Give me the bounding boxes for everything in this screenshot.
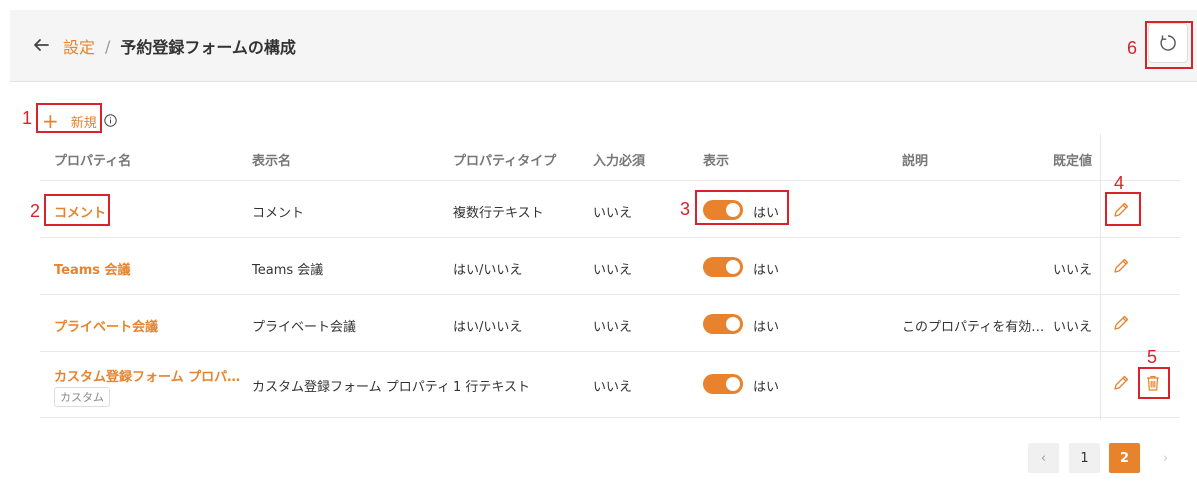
- description-cell: このプロパティを有効…: [902, 320, 1045, 335]
- property-type-cell: 1 行テキスト: [453, 380, 531, 395]
- row-divider: [40, 237, 1180, 238]
- page-title: 予約登録フォームの構成: [120, 38, 296, 57]
- visible-label: はい: [753, 380, 780, 395]
- header-divider: [40, 180, 1180, 181]
- display-name-cell: プライベート会議: [252, 320, 357, 335]
- pagination-page-1[interactable]: 1: [1069, 443, 1100, 473]
- property-type-cell: 複数行テキスト: [453, 206, 544, 221]
- callout-number-4: 4: [1114, 173, 1125, 193]
- required-cell: いいえ: [593, 263, 633, 278]
- property-name-link[interactable]: Teams 会議: [54, 259, 131, 278]
- page-header: 設定 / 予約登録フォームの構成: [10, 10, 1197, 82]
- column-header-property-name: プロパティ名: [54, 154, 132, 169]
- callout-box-1: [36, 103, 102, 133]
- default-value-cell: いいえ: [1053, 320, 1093, 335]
- default-value-cell: いいえ: [1053, 263, 1093, 278]
- column-header-property-type: プロパティタイプ: [453, 154, 557, 169]
- property-name-link[interactable]: プライベート会議: [54, 316, 158, 335]
- custom-tag-badge: カスタム: [54, 387, 110, 407]
- breadcrumb-settings-link[interactable]: 設定: [63, 34, 95, 58]
- callout-box-3: [695, 190, 789, 225]
- property-type-cell: はい/いいえ: [453, 263, 523, 278]
- info-icon[interactable]: [104, 114, 117, 127]
- callout-number-2: 2: [30, 201, 41, 221]
- column-header-visible: 表示: [703, 154, 730, 169]
- required-cell: いいえ: [593, 380, 633, 395]
- required-cell: いいえ: [593, 320, 633, 335]
- display-name-cell: コメント: [252, 206, 305, 221]
- callout-number-5: 5: [1147, 347, 1158, 367]
- callout-box-5: [1138, 367, 1170, 399]
- actions-column-divider: [1100, 134, 1101, 420]
- back-arrow-icon[interactable]: [32, 36, 50, 54]
- pagination-page-2[interactable]: 2: [1109, 443, 1140, 473]
- visible-label: はい: [753, 263, 780, 278]
- pencil-icon[interactable]: [1112, 314, 1130, 332]
- visible-toggle[interactable]: [703, 374, 743, 394]
- visible-toggle[interactable]: [703, 314, 743, 334]
- required-cell: いいえ: [593, 206, 633, 221]
- visible-toggle[interactable]: [703, 257, 743, 277]
- row-divider: [40, 294, 1180, 295]
- callout-box-6: [1145, 21, 1193, 69]
- display-name-cell: Teams 会議: [252, 263, 324, 278]
- breadcrumb: 設定 / 予約登録フォームの構成: [63, 34, 296, 58]
- column-header-display-name: 表示名: [252, 154, 292, 169]
- pencil-icon[interactable]: [1112, 257, 1130, 275]
- display-name-cell: カスタム登録フォーム プロパティ: [252, 380, 450, 395]
- breadcrumb-separator: /: [105, 36, 111, 56]
- column-header-description: 説明: [902, 154, 929, 169]
- row-divider: [40, 417, 1180, 418]
- pagination-next-button[interactable]: ›: [1150, 443, 1181, 473]
- column-header-default-value: 既定値: [1053, 154, 1093, 169]
- callout-number-6: 6: [1127, 38, 1138, 58]
- column-header-required: 入力必須: [593, 154, 646, 169]
- callout-box-2: [44, 194, 110, 226]
- callout-number-1: 1: [22, 108, 33, 128]
- callout-box-4: [1105, 192, 1141, 226]
- row-divider: [40, 351, 1180, 352]
- pagination-prev-button[interactable]: ‹: [1028, 443, 1059, 473]
- property-name-link[interactable]: カスタム登録フォーム プロパ…: [54, 366, 240, 385]
- visible-label: はい: [753, 320, 780, 335]
- callout-number-3: 3: [680, 199, 691, 219]
- pencil-icon[interactable]: [1112, 374, 1130, 392]
- property-type-cell: はい/いいえ: [453, 320, 523, 335]
